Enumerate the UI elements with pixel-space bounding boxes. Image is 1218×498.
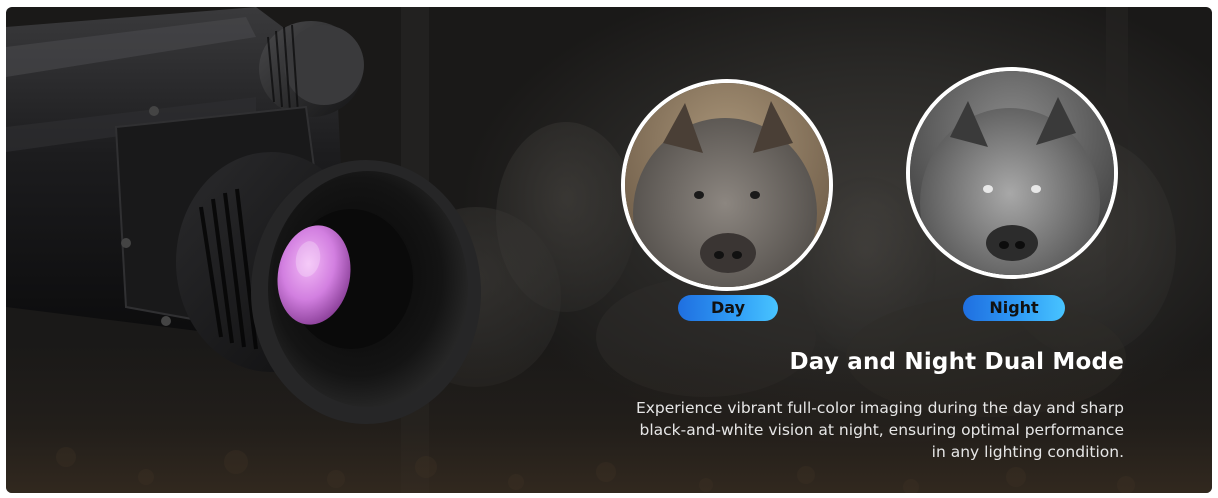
day-mode-image [621, 79, 833, 291]
night-label-badge: Night [963, 295, 1065, 321]
day-label-badge: Day [678, 295, 778, 321]
monochrome-boar-image [910, 71, 1114, 275]
description-text: Experience vibrant full-color imaging du… [635, 399, 1124, 461]
scope-device-image [6, 7, 481, 424]
color-boar-image [625, 83, 829, 287]
product-banner: Day Night Day and Night Dual Mode Experi… [6, 7, 1212, 493]
headline: Day and Night Dual Mode [789, 349, 1124, 375]
night-mode-image [906, 67, 1118, 279]
